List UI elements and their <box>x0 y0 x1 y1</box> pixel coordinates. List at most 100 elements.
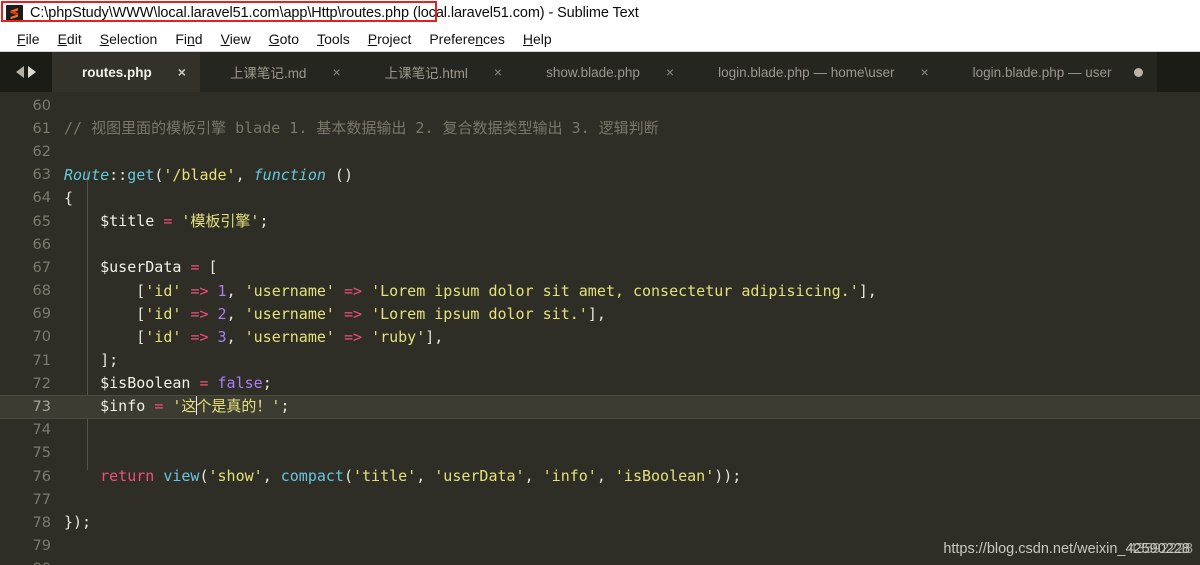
line-content[interactable]: return view('show', compact('title', 'us… <box>64 465 1200 488</box>
code-lines[interactable]: 60 61 // 视图里面的模板引擎 blade 1. 基本数据输出 2. 复合数据… <box>0 92 1200 565</box>
code-line-66[interactable]: 66 <box>0 233 1200 256</box>
code-token: { <box>64 188 74 207</box>
menu-bar[interactable]: File Edit Selection Find View Goto Tools… <box>0 26 1200 52</box>
code-line-80[interactable]: 80 <box>0 558 1200 565</box>
line-number: 63 <box>32 167 51 184</box>
code-token: '/blade' <box>163 165 236 184</box>
code-line-74[interactable]: 74 <box>0 419 1200 442</box>
line-number: 80 <box>0 561 64 565</box>
code-token: 3 <box>217 327 227 346</box>
code-line-63[interactable]: 63 Route::get('/blade', function () <box>0 164 1200 187</box>
line-content[interactable]: $isBoolean = false; <box>64 372 1200 395</box>
line-number: 69 <box>32 306 51 323</box>
tab-close-icon[interactable]: × <box>920 65 928 79</box>
code-line-77[interactable]: 77 <box>0 488 1200 511</box>
code-token: [ <box>64 304 146 323</box>
code-token: => <box>190 327 209 346</box>
next-tab-arrow-icon[interactable] <box>28 66 36 78</box>
code-line-61[interactable]: 61 // 视图里面的模板引擎 blade 1. 基本数据输出 2. 复合数据类型… <box>0 117 1200 140</box>
line-number: 66 <box>32 236 51 253</box>
menu-find[interactable]: Find <box>166 30 211 48</box>
code-token: , <box>235 165 254 184</box>
menu-project[interactable]: Project <box>359 30 421 48</box>
line-number: 76 <box>32 468 51 485</box>
line-number: 72 <box>32 375 51 392</box>
line-content[interactable]: // 视图里面的模板引擎 blade 1. 基本数据输出 2. 复合数据类型输出… <box>64 117 1200 140</box>
tab-close-icon[interactable]: × <box>494 65 502 79</box>
menu-help[interactable]: Help <box>514 30 561 48</box>
window-title: C:\phpStudy\WWW\local.laravel51.com\app\… <box>30 5 639 21</box>
line-content[interactable]: { <box>64 187 1200 210</box>
menu-preferences[interactable]: Preferences <box>420 30 514 48</box>
code-line-65[interactable]: 65 $title = '模板引擎'; <box>0 210 1200 233</box>
previous-tab-arrow-icon[interactable] <box>16 66 24 78</box>
code-token: , <box>596 467 615 485</box>
menu-edit[interactable]: Edit <box>49 30 91 48</box>
line-content[interactable]: }); <box>64 511 1200 534</box>
code-line-64[interactable]: 64 { <box>0 187 1200 210</box>
menu-selection[interactable]: Selection <box>91 30 167 48</box>
code-token: ]; <box>64 351 119 370</box>
code-token: , <box>416 467 435 485</box>
code-token: ; <box>280 397 290 416</box>
tab-4[interactable]: login.blade.php — home\user × <box>688 52 943 92</box>
code-line-75[interactable]: 75 <box>0 442 1200 465</box>
tab-modified-dot-icon[interactable] <box>1133 67 1143 77</box>
code-line-70[interactable]: 70 ['id' => 3, 'username' => 'ruby'], <box>0 326 1200 349</box>
code-token: ], <box>587 304 606 323</box>
tab-0[interactable]: routes.php × <box>52 52 200 92</box>
line-content[interactable]: $info = '这个是真的！'; <box>64 395 1200 418</box>
line-number: 79 <box>32 538 51 555</box>
code-line-68[interactable]: 68 ['id' => 1, 'username' => 'Lorem ipsu… <box>0 280 1200 303</box>
line-content[interactable]: $title = '模板引擎'; <box>64 210 1200 233</box>
code-line-60[interactable]: 60 <box>0 94 1200 117</box>
tab-2[interactable]: 上课笔记.html × <box>354 52 517 92</box>
code-token: Route <box>64 165 110 184</box>
code-token: , <box>226 327 245 346</box>
code-token: 'id' <box>145 327 182 346</box>
code-token: , <box>262 467 281 485</box>
code-token: () <box>325 165 353 184</box>
menu-goto[interactable]: Goto <box>260 30 308 48</box>
code-line-69[interactable]: 69 ['id' => 2, 'username' => 'Lorem ipsu… <box>0 303 1200 326</box>
line-content[interactable]: ['id' => 1, 'username' => 'Lorem ipsum d… <box>64 280 1200 303</box>
line-number: 62 <box>32 143 51 160</box>
tab-1[interactable]: 上课笔记.md × <box>199 52 355 92</box>
menu-file[interactable]: File <box>8 30 49 48</box>
tab-nav-arrows[interactable] <box>0 52 52 92</box>
menu-view[interactable]: View <box>212 30 260 48</box>
tab-3[interactable]: show.blade.php × <box>516 52 689 92</box>
line-content[interactable]: ['id' => 2, 'username' => 'Lorem ipsum d… <box>64 303 1200 326</box>
tab-close-icon[interactable]: × <box>332 65 340 79</box>
line-content[interactable]: ]; <box>64 349 1200 372</box>
code-line-71[interactable]: 71 ]; <box>0 349 1200 372</box>
code-line-76[interactable]: 76 return view('show', compact('title', … <box>0 465 1200 488</box>
code-token: 'username' <box>244 327 335 346</box>
line-content[interactable]: Route::get('/blade', function () <box>64 164 1200 187</box>
code-line-67[interactable]: 67 $userData = [ <box>0 256 1200 279</box>
code-token: = <box>199 374 209 393</box>
code-line-73[interactable]: 73 $info = '这个是真的！'; <box>0 395 1200 419</box>
tab-close-icon[interactable]: × <box>666 65 674 79</box>
code-token: 'title' <box>353 467 417 485</box>
code-token: [ <box>64 327 146 346</box>
line-content[interactable]: $userData = [ <box>64 256 1200 279</box>
code-line-78[interactable]: 78}); <box>0 511 1200 534</box>
code-line-72[interactable]: 72 $isBoolean = false; <box>0 372 1200 395</box>
line-number: 68 <box>32 283 51 300</box>
tab-5[interactable]: login.blade.php — user <box>942 52 1157 92</box>
code-editor[interactable]: 60 61 // 视图里面的模板引擎 blade 1. 基本数据输出 2. 复合数据… <box>0 92 1200 565</box>
code-token: return <box>100 467 155 485</box>
code-token: [ <box>199 258 218 277</box>
tab-label: 上课笔记.md <box>229 66 307 81</box>
line-content[interactable]: ['id' => 3, 'username' => 'ruby'], <box>64 326 1200 349</box>
code-line-62[interactable]: 62 <box>0 140 1200 163</box>
tab-close-icon[interactable]: × <box>178 65 186 79</box>
menu-tools[interactable]: Tools <box>308 30 359 48</box>
code-token: 'Lorem ipsum dolor sit.' <box>371 304 588 323</box>
